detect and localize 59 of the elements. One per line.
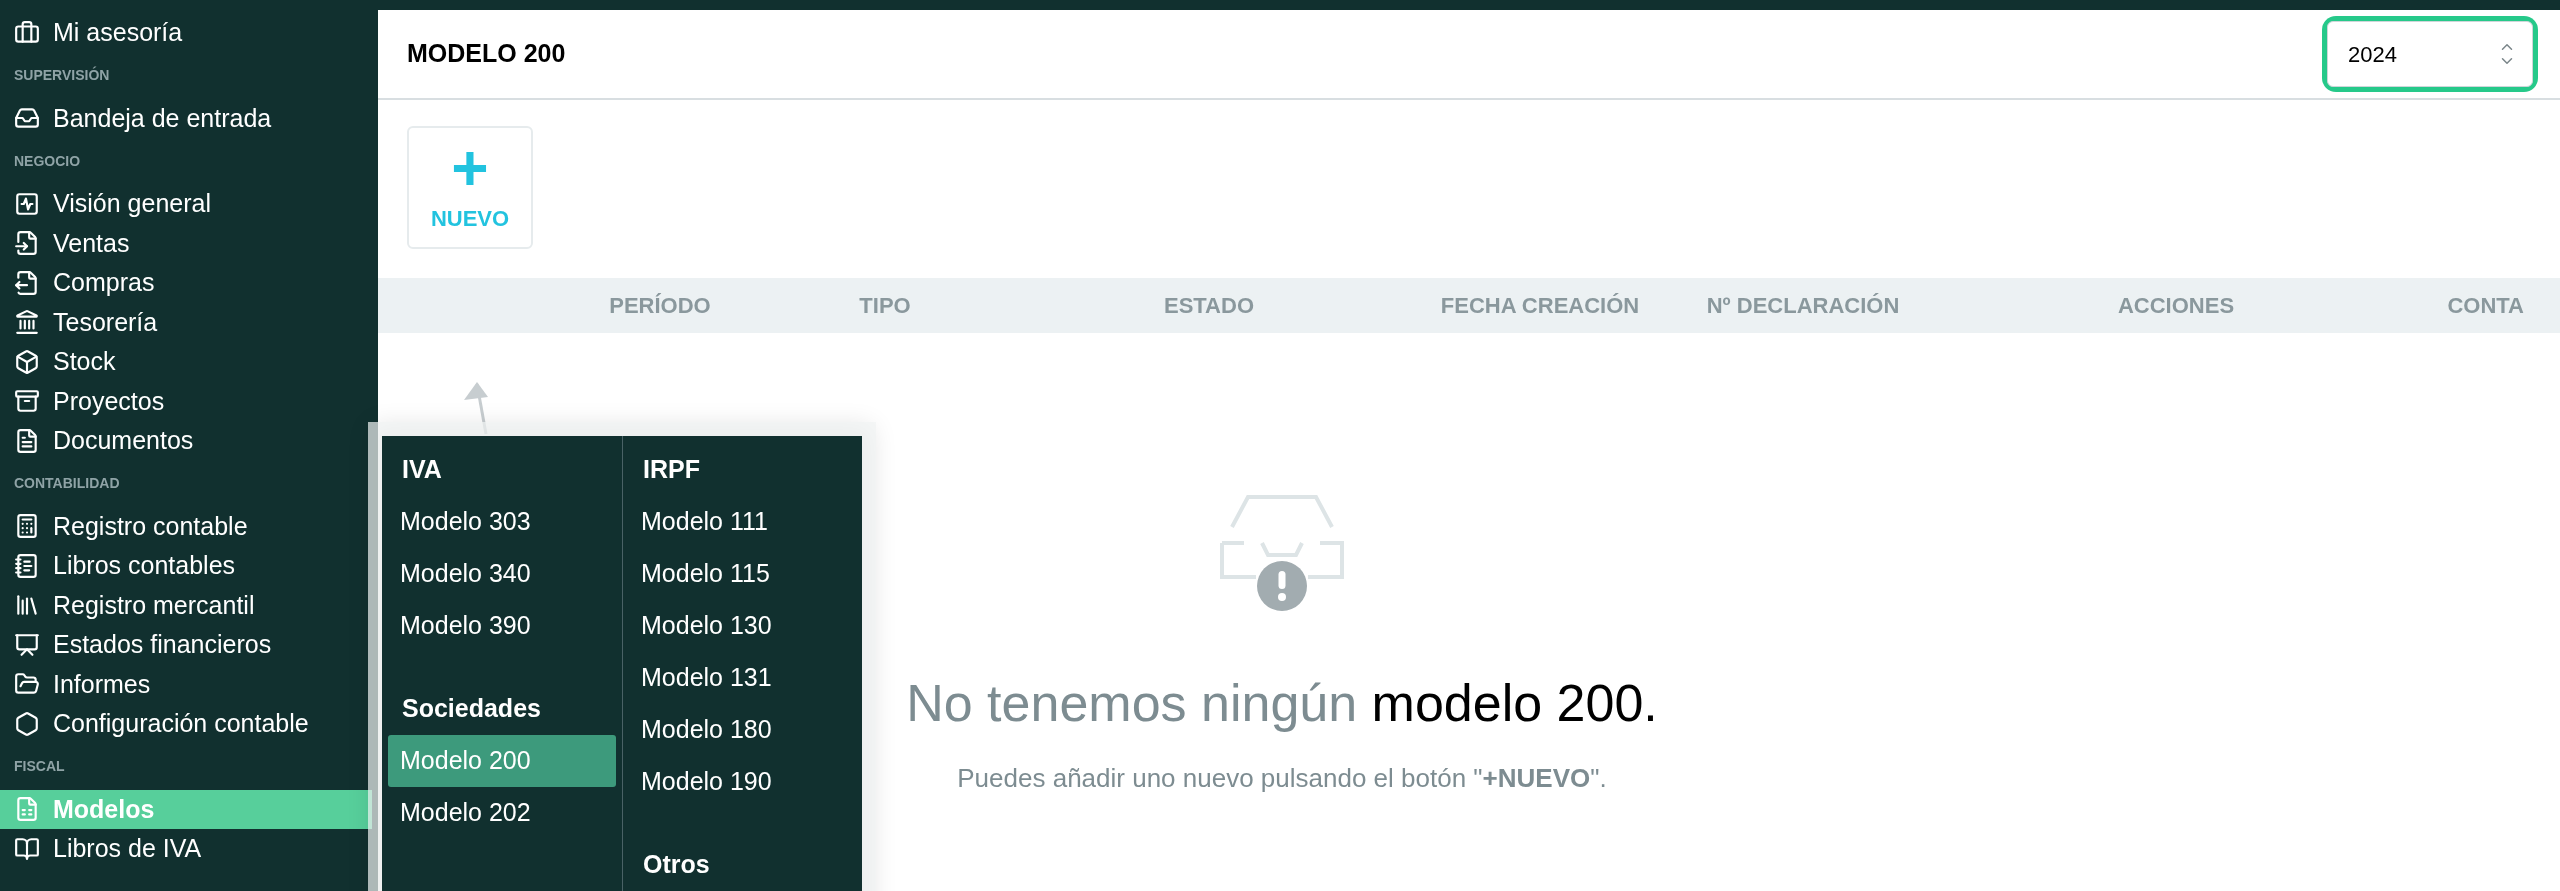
menu-item[interactable]: Modelo 131 xyxy=(629,652,856,704)
empty-headline: No tenemos ningún xyxy=(906,674,1358,732)
document-icon xyxy=(14,427,40,454)
sidebar-item[interactable]: Registro mercantil xyxy=(0,585,372,625)
sidebar-item[interactable]: Libros de IVA xyxy=(0,829,372,869)
page-title: MODELO 200 xyxy=(407,38,566,70)
section-label: SUPERVISIÓN xyxy=(14,65,110,85)
column-header: CONTA xyxy=(2447,293,2524,318)
menu-item[interactable]: Modelo 130 xyxy=(629,600,856,652)
sidebar-item[interactable]: Tesorería xyxy=(0,302,372,342)
menu-item[interactable]: Modelo 115 xyxy=(629,548,856,600)
menu-group-title: Sociedades xyxy=(402,693,541,725)
menu-item[interactable]: Modelo 303 xyxy=(388,496,616,548)
menu-group-title: IRPF xyxy=(643,454,700,486)
sidebar-item[interactable]: Stock xyxy=(0,342,372,382)
section-label: CONTABILIDAD xyxy=(14,474,120,493)
column-header: ESTADO xyxy=(1163,293,1254,318)
column-header: PERÍODO xyxy=(609,293,711,318)
sidebar-item[interactable]: Proyectos xyxy=(0,381,372,421)
chart-icon xyxy=(14,190,40,217)
calculator-icon xyxy=(14,513,40,540)
notebook-icon xyxy=(14,552,40,579)
box-icon xyxy=(14,348,40,375)
sidebar-item[interactable]: Configuración contable xyxy=(0,704,372,744)
sidebar-item[interactable]: Visión general xyxy=(0,184,372,224)
sidebar-item[interactable]: Ventas xyxy=(0,223,372,263)
sidebar-item[interactable]: Registro contable xyxy=(0,506,372,546)
column-header: FECHA CREACIÓN xyxy=(1440,293,1640,318)
sidebar-item[interactable]: Informes xyxy=(0,664,372,704)
sidebar-item[interactable]: Mi asesoría xyxy=(0,13,372,53)
section-label: FISCAL xyxy=(14,757,65,776)
file-icon xyxy=(14,796,40,823)
menu-item[interactable]: Modelo 190 xyxy=(629,756,856,808)
column-header: Nº DECLARACIÓN xyxy=(1706,293,1900,318)
sidebar-item[interactable]: Compras xyxy=(0,263,372,303)
menu-item[interactable]: Modelo 390 xyxy=(388,600,616,652)
menu-item[interactable]: Modelo 202 xyxy=(388,787,616,839)
menu-group-title: IVA xyxy=(402,454,442,486)
sidebar-item[interactable]: Documentos xyxy=(0,421,372,461)
section-label: NEGOCIO xyxy=(14,151,81,171)
menu-item[interactable]: Modelo 340 xyxy=(388,548,616,600)
bank-icon xyxy=(14,309,40,336)
year-select[interactable]: 2024 xyxy=(2327,21,2533,87)
menu-item[interactable]: Modelo 180 xyxy=(629,704,856,756)
sidebar-item[interactable]: Libros contables xyxy=(0,546,372,586)
archive-icon xyxy=(14,388,40,415)
column-header: TIPO xyxy=(859,293,911,318)
sidebar-item[interactable]: Estados financieros xyxy=(0,625,372,665)
briefcase-icon xyxy=(14,19,40,46)
empty-hint: Puedes añadir uno nuevo pulsando el botón "+NUEVO". xyxy=(957,762,1607,795)
presentation-icon xyxy=(14,631,40,658)
empty-drawer-icon xyxy=(1220,493,1344,611)
sidebar-item[interactable]: Bandeja de entrada xyxy=(0,98,372,138)
menu-item[interactable]: Modelo 111 xyxy=(629,496,856,548)
empty-headline-emphasis: modelo 200. xyxy=(1371,674,1658,732)
column-header: ACCIONES xyxy=(2117,293,2235,318)
menu-group-title: Otros xyxy=(643,849,710,881)
book-icon xyxy=(14,835,40,862)
hexagon-icon xyxy=(14,710,40,737)
